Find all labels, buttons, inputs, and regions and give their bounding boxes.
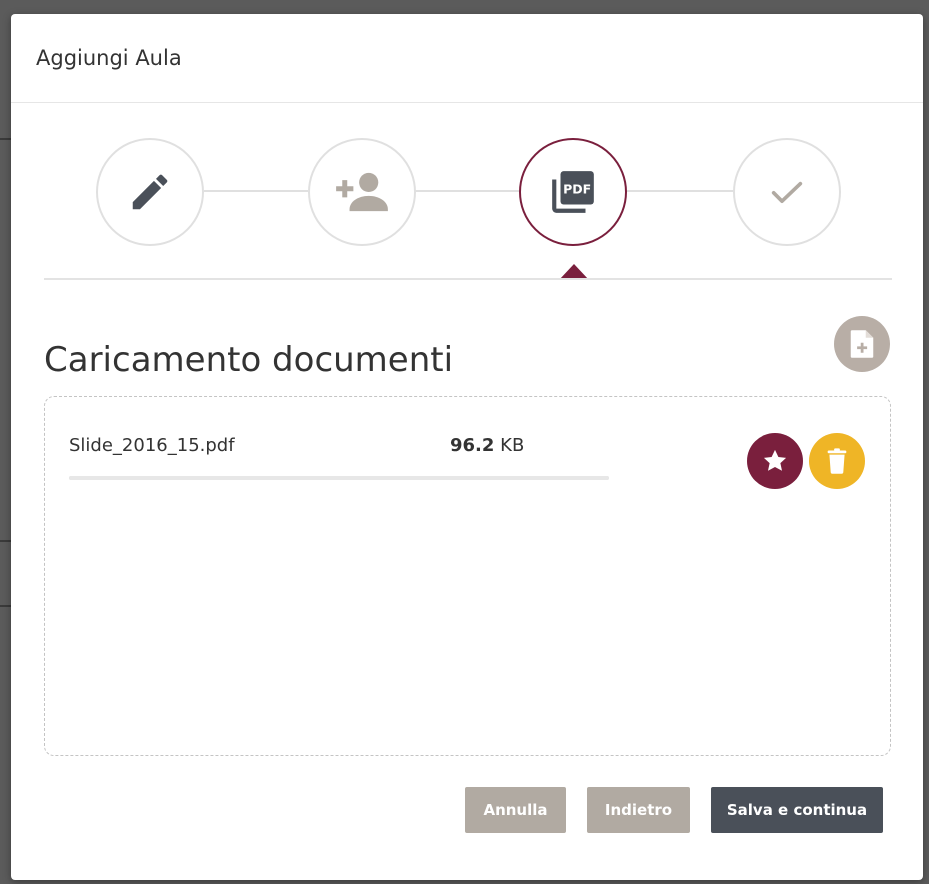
step-documents[interactable]: PDF (519, 138, 627, 246)
add-file-icon (850, 330, 874, 358)
file-size-unit: KB (500, 435, 525, 456)
file-size-value: 96.2 (450, 435, 495, 456)
step-details[interactable] (96, 138, 204, 246)
step-connector (626, 190, 734, 192)
section-title: Caricamento documenti (44, 340, 454, 381)
pencil-icon (132, 174, 168, 210)
add-classroom-dialog: Aggiungi Aula PDF Caricamento documenti … (11, 14, 923, 880)
upload-progress-fill (69, 476, 609, 480)
pdf-documents-icon: PDF (552, 171, 594, 213)
trash-icon (827, 448, 847, 474)
save-and-continue-button[interactable]: Salva e continua (711, 787, 883, 833)
step-connector (414, 190, 520, 192)
add-document-button[interactable] (834, 316, 890, 372)
wizard-stepper: PDF (11, 102, 923, 280)
upload-progress-bar (69, 476, 609, 480)
delete-file-button[interactable] (809, 433, 865, 489)
step-connector (204, 190, 308, 192)
set-main-document-button[interactable] (747, 433, 803, 489)
back-button[interactable]: Indietro (587, 787, 690, 833)
file-name: Slide_2016_15.pdf (69, 435, 235, 456)
add-user-icon (336, 172, 388, 212)
star-icon (763, 449, 787, 471)
svg-text:PDF: PDF (563, 181, 591, 196)
stepper-divider (44, 278, 892, 280)
dialog-header: Aggiungi Aula (11, 14, 923, 103)
step-users[interactable] (308, 138, 416, 246)
dialog-title: Aggiungi Aula (36, 46, 182, 70)
checkmark-icon (771, 181, 803, 203)
file-size: 96.2 KB (450, 435, 524, 456)
step-confirm[interactable] (733, 138, 841, 246)
file-dropzone[interactable]: Slide_2016_15.pdf 96.2 KB (44, 396, 891, 756)
cancel-button[interactable]: Annulla (465, 787, 566, 833)
